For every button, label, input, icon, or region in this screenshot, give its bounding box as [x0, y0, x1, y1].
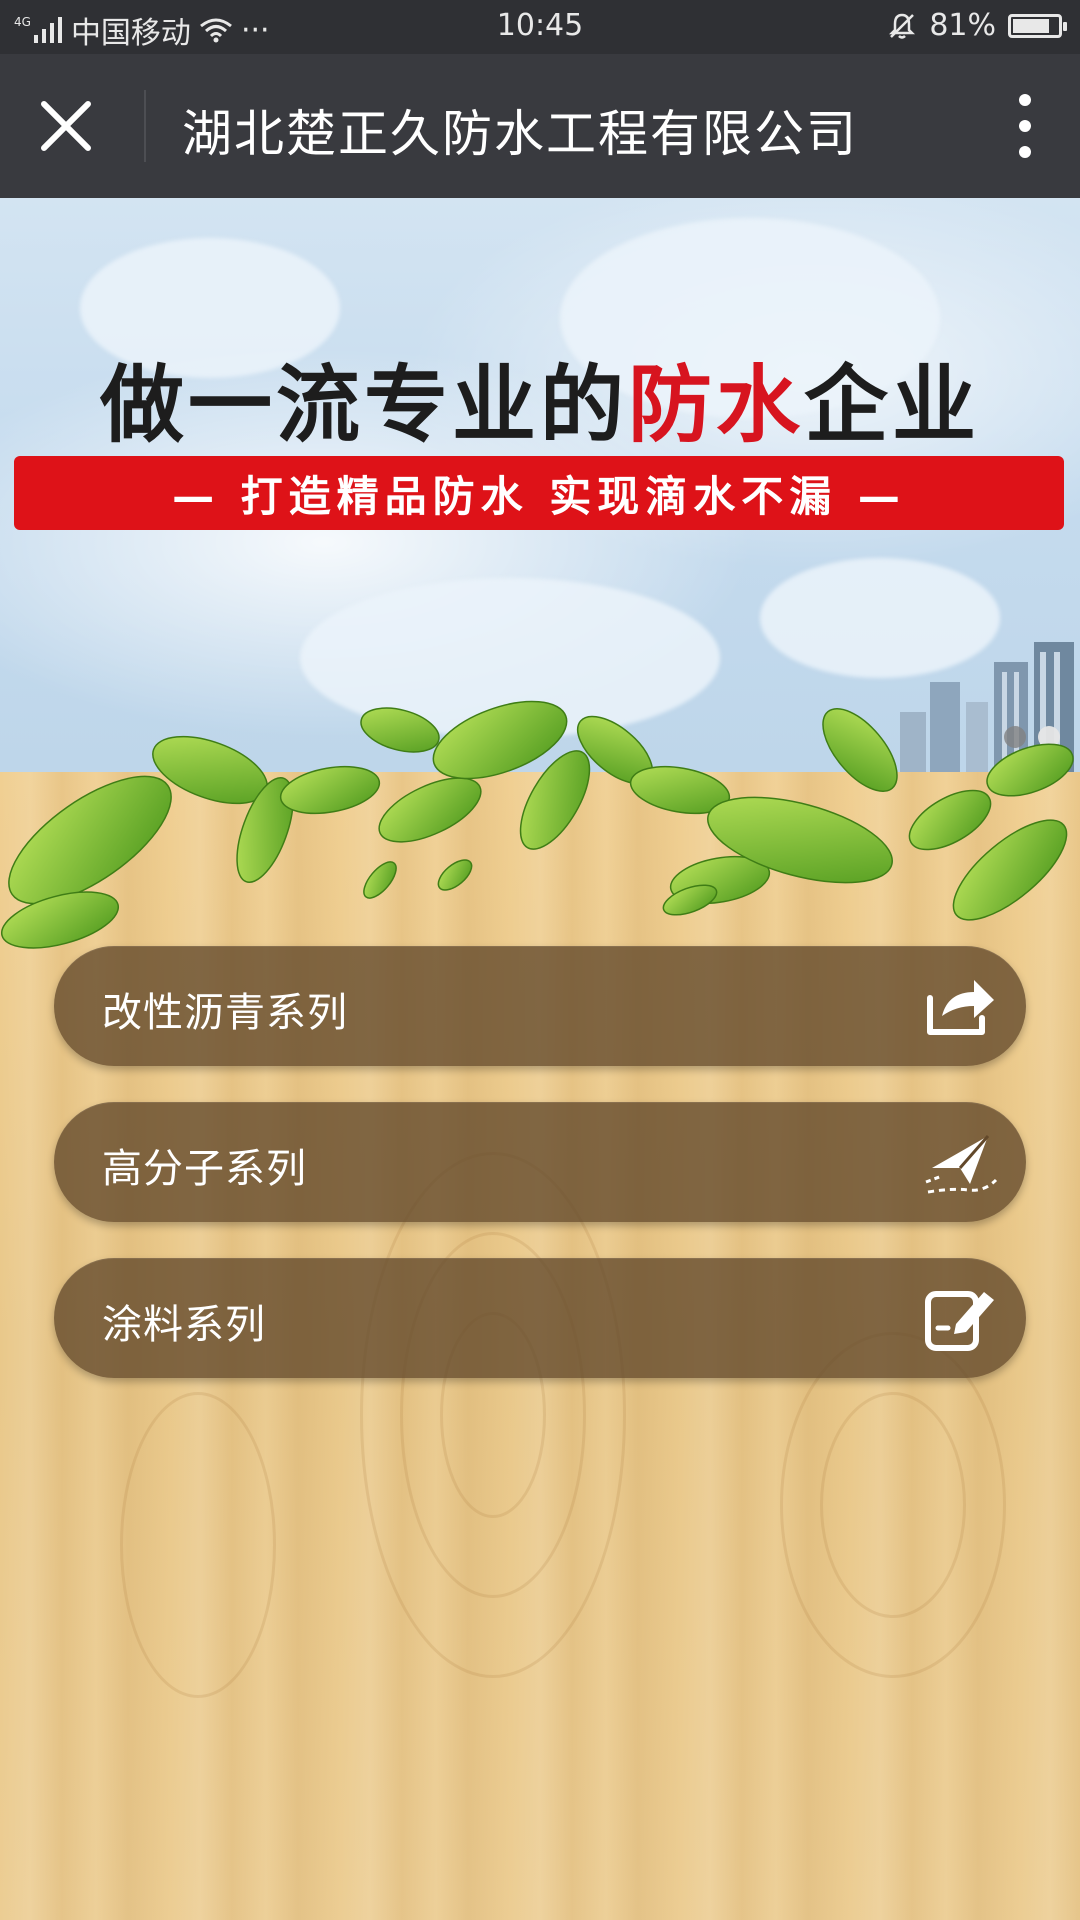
edit-icon: [925, 1291, 994, 1351]
bell-muted-icon: [889, 13, 916, 39]
title-bar: 湖北楚正久防水工程有限公司: [0, 54, 1080, 198]
wood-knot: [120, 1392, 276, 1698]
paper-plane-icon: [925, 1135, 998, 1194]
menu-item-coating[interactable]: 涂料系列: [54, 1258, 1026, 1378]
map-shape: [300, 578, 720, 738]
battery-fill: [1013, 18, 1049, 33]
share-icon: [927, 980, 994, 1035]
more-options-icon[interactable]: [1010, 92, 1040, 160]
pager-dot[interactable]: [1004, 726, 1026, 748]
headline-text-end: 企业: [804, 356, 981, 454]
clock: 10:45: [496, 8, 584, 43]
close-icon[interactable]: [40, 100, 92, 152]
menu-item-label: 改性沥青系列: [102, 990, 348, 1036]
title-divider: [144, 90, 146, 162]
banner-tagline: — 打造精品防水 实现滴水不漏 —: [14, 456, 1064, 530]
battery-percent: 81%: [929, 8, 996, 43]
menu-item-label: 高分子系列: [102, 1146, 307, 1192]
banner-headline: 做一流专业的防水企业: [0, 338, 1080, 459]
battery-icon: [1008, 13, 1067, 38]
status-bar: 4G 中国移动 ··· 10:45 81%: [0, 0, 1080, 54]
page-title: 湖北楚正久防水工程有限公司: [182, 105, 858, 163]
headline-accent: 防水: [627, 356, 804, 454]
headline-text: 做一流专业的: [99, 356, 628, 454]
menu-item-label: 涂料系列: [102, 1302, 266, 1348]
status-right: 81%: [887, 8, 1067, 43]
carousel-pager: [1004, 726, 1060, 748]
menu-item-modified-asphalt[interactable]: 改性沥青系列: [54, 946, 1026, 1066]
banner-carousel[interactable]: 做一流专业的防水企业 — 打造精品防水 实现滴水不漏 —: [0, 198, 1080, 772]
city-skyline-image: [900, 642, 1074, 772]
pager-dot-active[interactable]: [1038, 726, 1060, 748]
wood-knot: [820, 1392, 966, 1618]
menu-item-polymer[interactable]: 高分子系列: [54, 1102, 1026, 1222]
